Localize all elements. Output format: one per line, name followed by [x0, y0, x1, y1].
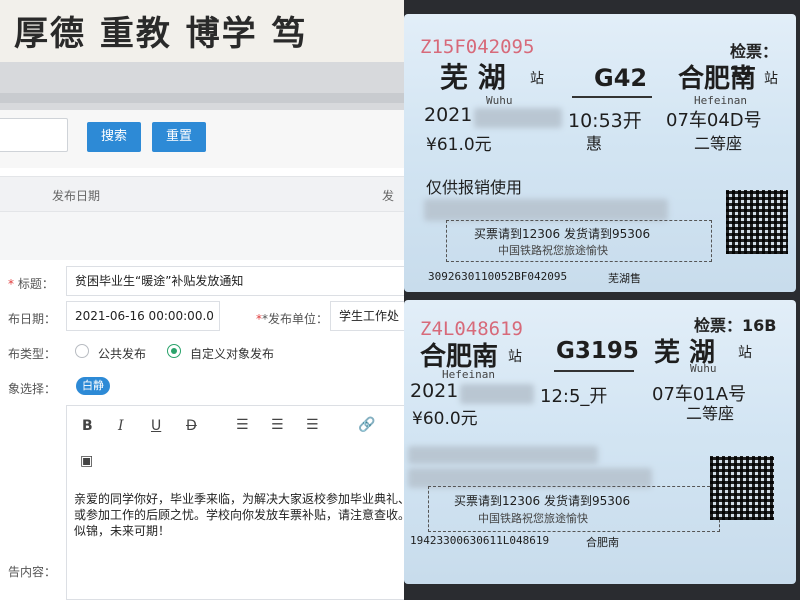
- search-button[interactable]: 搜索: [87, 122, 141, 152]
- section-divider: [0, 212, 404, 260]
- radio-public-label: 公共发布: [98, 347, 147, 361]
- train-ticket-2: Z4L048619 检票：16B 合肥南 站 Hefeinan G3195 芜 …: [404, 300, 796, 584]
- direction-arrow: [572, 96, 652, 98]
- search-input[interactable]: [0, 118, 68, 152]
- ticket-price: ¥60.0元: [412, 409, 478, 429]
- content-label: 告内容：: [8, 565, 57, 579]
- train-number: G3195: [556, 338, 639, 364]
- table-header: 发布日期 发: [0, 176, 404, 212]
- station-suffix: 站: [764, 71, 778, 87]
- publish-unit-label: **发布单位：: [256, 312, 329, 326]
- link-icon[interactable]: 🔗: [358, 417, 375, 433]
- redacted-name: [408, 446, 598, 464]
- seat-class: 二等座: [694, 134, 743, 153]
- arrival-station: 合肥南: [678, 64, 757, 94]
- publish-date-label: 布日期：: [8, 312, 57, 326]
- qr-code: [710, 456, 774, 520]
- underline-icon[interactable]: U: [151, 418, 161, 434]
- align-left-icon[interactable]: ☰: [236, 417, 249, 433]
- column-publisher: 发: [382, 189, 395, 203]
- greeting: 中国铁路祝您旅途愉快: [498, 244, 608, 257]
- arrival-pinyin: Wuhu: [690, 362, 717, 375]
- departure-pinyin: Wuhu: [486, 94, 513, 107]
- qr-code: [726, 190, 788, 254]
- train-number: G42: [594, 64, 648, 92]
- sold-at: 合肥南: [586, 536, 619, 549]
- redacted-id: [424, 199, 668, 221]
- seat-number: 07车04D号: [666, 110, 762, 131]
- ticket-barcode-number: 3092630110052BF042095: [428, 270, 568, 283]
- content-line: 或参加工作的后顾之忧。学校向你发放车票补贴，请注意查收。: [74, 508, 404, 522]
- direction-arrow: [554, 370, 634, 372]
- station-suffix: 站: [738, 345, 752, 361]
- radio-public[interactable]: [75, 344, 89, 358]
- departure-time: 12:5_开: [540, 386, 608, 407]
- ticket-barcode-number: 19423300630611L048619: [410, 534, 550, 547]
- reimbursement-notice: 仅供报销使用: [426, 178, 523, 197]
- bold-icon[interactable]: B: [82, 418, 93, 434]
- redacted-id: [408, 468, 652, 488]
- italic-icon[interactable]: I: [118, 418, 124, 434]
- content-line: 亲爱的同学你好，毕业季来临，为解决大家返校参加毕业典礼、: [74, 492, 404, 506]
- title-field[interactable]: 贫困毕业生“暖途”补贴发放通知: [66, 266, 404, 296]
- target-tag[interactable]: 白静: [76, 377, 110, 395]
- ticket-year: 2021: [410, 380, 459, 402]
- column-publish-date: 发布日期: [52, 189, 101, 203]
- sold-at: 芜湖售: [608, 272, 641, 285]
- station-suffix: 站: [530, 71, 544, 87]
- train-ticket-1: Z15F042095 检票：14 芜 湖 站 Wuhu G42 合肥南 站 He…: [404, 14, 796, 292]
- purchase-notice: 买票请到12306 发货请到95306: [454, 494, 631, 508]
- content-line: 似锦，未来可期！: [74, 524, 171, 538]
- seat-class: 二等座: [686, 404, 735, 423]
- ticket-year: 2021: [424, 104, 473, 126]
- greeting: 中国铁路祝您旅途愉快: [478, 512, 588, 525]
- train-tickets-photo: Z15F042095 检票：14 芜 湖 站 Wuhu G42 合肥南 站 He…: [404, 0, 800, 600]
- radio-custom-label: 自定义对象发布: [190, 347, 275, 361]
- redacted-date: [460, 384, 534, 404]
- school-motto-banner: 厚德 重教 博学 笃: [0, 0, 404, 62]
- align-right-icon[interactable]: ☰: [306, 417, 319, 433]
- station-suffix: 站: [508, 349, 522, 365]
- purchase-notice: 买票请到12306 发货请到95306: [474, 227, 651, 241]
- publish-date-field[interactable]: 2021-06-16 00:00:00.0: [66, 301, 220, 331]
- departure-time: 10:53开: [568, 110, 642, 132]
- title-label: * 标题：: [8, 277, 54, 291]
- school-motto: 厚德 重教 博学 笃: [14, 14, 308, 54]
- target-select-label: 象选择：: [8, 382, 57, 396]
- reset-button[interactable]: 重置: [152, 122, 206, 152]
- radio-custom[interactable]: [167, 344, 181, 358]
- notice-form-screenshot: 厚德 重教 博学 笃 搜索 重置 发布日期 发 * 标题： 贫困毕业生“暖途”补…: [0, 0, 404, 600]
- image-icon[interactable]: ▣: [80, 453, 93, 469]
- ticket-price: ¥61.0元: [426, 135, 492, 155]
- publish-unit-field[interactable]: 学生工作处: [330, 301, 404, 331]
- strikethrough-icon[interactable]: D: [186, 418, 197, 434]
- publish-type-label: 布类型：: [8, 347, 57, 361]
- notice-content[interactable]: 亲爱的同学你好，毕业季来临，为解决大家返校参加毕业典礼、 或参加工作的后顾之忧。…: [74, 491, 404, 539]
- ticket-serial: Z15F042095: [420, 36, 535, 58]
- header-bar-divider: [0, 93, 404, 103]
- discount-mark: 惠: [586, 134, 603, 153]
- align-center-icon[interactable]: ☰: [271, 417, 284, 433]
- redacted-date: [474, 108, 562, 128]
- departure-station: 芜 湖: [440, 61, 506, 94]
